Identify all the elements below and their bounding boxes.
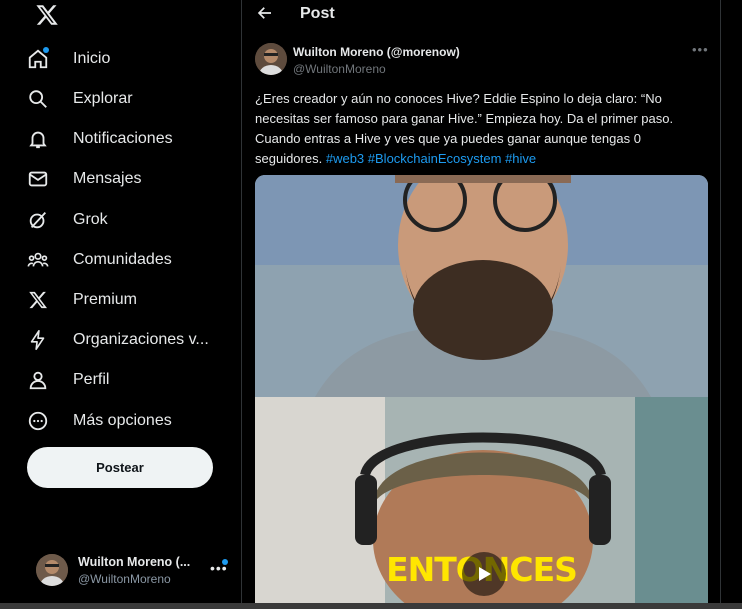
author-handle[interactable]: @WuiltonMoreno [293,62,386,76]
notification-dot [222,559,228,565]
sidebar-item-label: Notificaciones [73,130,173,147]
x-logo-icon[interactable] [34,3,60,27]
sidebar-item-mensajes[interactable]: Mensajes [26,162,226,196]
sidebar-item-comunidades[interactable]: Comunidades [26,243,226,277]
sidebar-item-grok[interactable]: Grok [26,203,226,237]
sidebar-item-inicio[interactable]: Inicio [26,42,226,76]
sidebar-item-label: Comunidades [73,251,172,268]
hashtag-link[interactable]: #hive [505,151,536,166]
grok-icon [26,208,50,232]
author-name[interactable]: Wuilton Moreno (@morenow) [293,45,460,59]
people-icon [26,248,50,272]
post-text: ¿Eres creador y aún no conoces Hive? Edd… [255,89,707,169]
sidebar-item-notificaciones[interactable]: Notificaciones [26,122,226,156]
header: Post [242,0,720,30]
account-handle: @WuiltonMoreno [78,571,171,586]
video-frame [255,175,708,609]
page-title: Post [300,5,335,22]
avatar [36,554,68,586]
lightning-icon [26,328,50,352]
sidebar-item-mas-opciones[interactable]: Más opciones [26,404,226,438]
account-name: Wuilton Moreno (... [78,554,191,569]
sidebar-item-premium[interactable]: Premium [26,283,226,317]
post-button[interactable]: Postear [27,447,213,488]
play-icon [479,567,491,581]
sidebar-item-organizaciones[interactable]: Organizaciones v... [26,323,226,357]
more-icon[interactable]: ••• [692,42,709,57]
envelope-icon [26,167,50,191]
home-icon [26,47,50,71]
search-icon [26,87,50,111]
sidebar-item-label: Perfil [73,371,110,388]
sidebar-item-perfil[interactable]: Perfil [26,363,226,397]
main-column: Post Wuilton Moreno (@morenow) @WuiltonM… [241,0,721,609]
sidebar-item-label: Organizaciones v... [73,331,209,348]
sidebar-item-label: Mensajes [73,170,142,187]
sidebar-item-label: Más opciones [73,412,172,429]
sidebar-item-label: Inicio [73,50,111,67]
sidebar-item-label: Explorar [73,90,133,107]
x-logo-icon [26,288,50,312]
sidebar-item-explorar[interactable]: Explorar [26,82,226,116]
bell-icon [26,127,50,151]
hashtag-link[interactable]: #BlockchainEcosystem [368,151,502,166]
notification-dot [43,47,49,53]
hashtag-link[interactable]: #web3 [326,151,364,166]
play-button[interactable] [462,552,506,596]
sidebar-item-label: Premium [73,291,138,308]
video-player[interactable]: ENTONCES [255,175,708,609]
sidebar-item-label: Grok [73,211,108,228]
taskbar-strip [0,603,742,609]
account-switcher[interactable]: Wuilton Moreno (... @WuiltonMoreno ••• [36,550,236,590]
back-arrow-icon[interactable] [256,4,274,22]
person-icon [26,368,50,392]
avatar[interactable] [255,43,287,75]
sidebar: Inicio Explorar Notificaciones Mensajes … [0,0,241,609]
more-circle-icon [26,409,50,433]
